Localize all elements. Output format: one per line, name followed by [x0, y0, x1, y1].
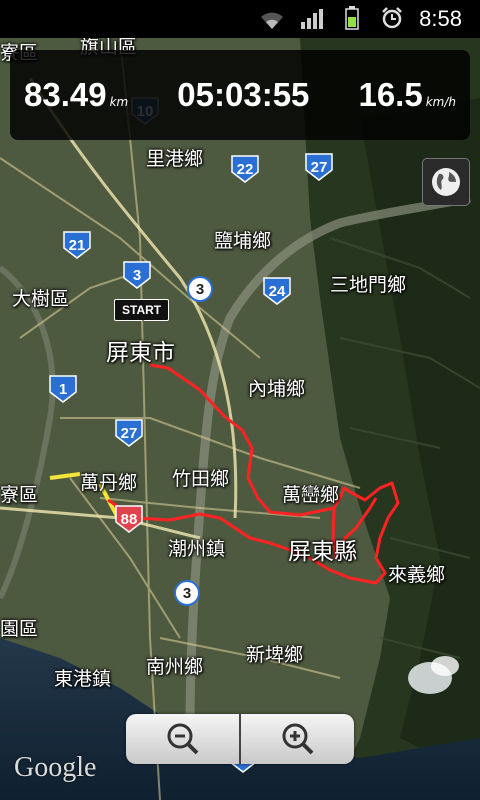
map-label-wanluan: 萬巒鄉	[282, 484, 340, 506]
map-label-zhutian: 竹田鄉	[172, 468, 230, 490]
map-view[interactable]: 寮區 旗山區 里港鄉 鹽埔鄉 三地門鄉 大樹區 屏東市 內埔鄉 萬丹鄉 竹田鄉 …	[0, 38, 480, 800]
map-label-donggang: 東港鎮	[54, 668, 112, 690]
status-bar: 8:58	[0, 0, 480, 38]
map-label-pingtung-county: 屏東縣	[288, 539, 357, 565]
duration-stat: 05:03:55	[177, 76, 309, 114]
zoom-in-icon	[282, 723, 313, 755]
google-watermark: Google	[14, 752, 97, 783]
speed-value: 16.5	[358, 76, 423, 113]
distance-unit: km	[109, 95, 129, 109]
road-shield-3-flower: 3	[185, 274, 215, 304]
map-label-sandimen: 三地門鄉	[330, 274, 407, 296]
battery-icon	[339, 6, 365, 30]
map-label-wandan: 萬丹鄉	[80, 472, 138, 494]
road-shield-24: 24	[262, 276, 292, 306]
road-shield-3-flower-2: 3	[172, 578, 202, 608]
map-label-chaozhou: 潮州鎮	[168, 538, 226, 560]
start-marker[interactable]: START	[114, 299, 170, 321]
track-stats-panel: 83.49 km 05:03:55 16.5 km/h	[10, 50, 470, 140]
status-clock: 8:58	[419, 6, 462, 31]
map-label-laiyi: 來義鄉	[388, 564, 446, 586]
signal-icon	[299, 8, 325, 30]
map-label-nanzhou: 南州鄉	[146, 656, 204, 678]
map-layer-button[interactable]	[422, 158, 470, 206]
speed-stat: 16.5 km/h	[358, 76, 456, 114]
map-label-yanpu: 鹽埔鄉	[214, 230, 272, 252]
road-shield-27b: 27	[114, 418, 144, 448]
map-label-edge-left-mid: 寮區	[0, 484, 39, 506]
distance-value: 83.49	[24, 76, 107, 113]
speed-unit: km/h	[425, 95, 456, 109]
road-shield-1: 1	[48, 374, 78, 404]
map-label-pingtung-city: 屏東市	[106, 340, 175, 366]
wifi-icon	[259, 8, 285, 30]
map-label-dashu: 大樹區	[12, 288, 70, 310]
zoom-out-button[interactable]	[126, 714, 239, 764]
zoom-controls	[126, 714, 354, 764]
map-label-edge-left-bottom: 園區	[0, 618, 39, 640]
road-shield-27a: 27	[304, 152, 334, 182]
distance-stat: 83.49 km	[24, 76, 128, 114]
road-shield-3: 3	[122, 260, 152, 290]
map-label-xinpi: 新埤鄉	[246, 644, 304, 666]
road-shield-21: 21	[62, 230, 92, 260]
road-shield-22: 22	[230, 154, 260, 184]
alarm-icon	[379, 7, 405, 30]
map-label-neipu: 內埔鄉	[248, 378, 306, 400]
map-label-ligang: 里港鄉	[146, 148, 204, 170]
globe-icon	[432, 168, 460, 196]
zoom-in-button[interactable]	[241, 714, 354, 764]
duration-value: 05:03:55	[177, 76, 310, 113]
zoom-out-icon	[167, 723, 198, 755]
road-shield-88: 88	[114, 504, 144, 534]
